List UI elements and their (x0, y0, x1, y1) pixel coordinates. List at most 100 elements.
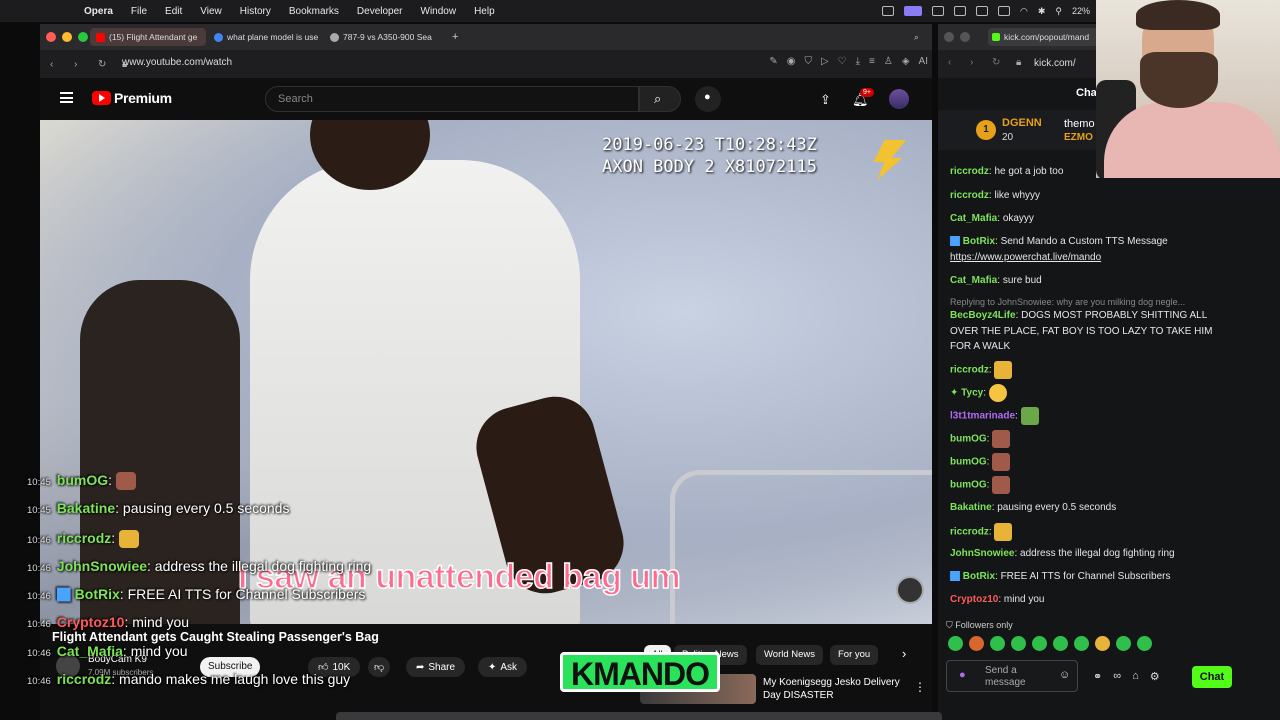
like-button[interactable]: 👍︎ 10K (308, 657, 361, 677)
chat-username[interactable]: bumOG (950, 480, 987, 491)
edit-icon[interactable]: ✎ (769, 56, 777, 67)
chat-username[interactable]: JohnSnowiee (950, 548, 1014, 559)
ai-button[interactable]: AI (919, 56, 928, 67)
tab-plane-model[interactable]: what plane model is use (208, 28, 322, 46)
menu-help[interactable]: Help (474, 6, 495, 17)
camera-icon[interactable]: ◉ (787, 56, 796, 67)
menu-bookmarks[interactable]: Bookmarks (289, 6, 339, 17)
chat-link[interactable]: https://www.powerchat.live/mando (950, 252, 1101, 263)
menu-app-name[interactable]: Opera (84, 6, 113, 17)
close-window-button[interactable] (944, 32, 954, 42)
profile-icon[interactable]: ♙ (884, 56, 893, 67)
mic-icon[interactable]: ● (959, 669, 966, 681)
chat-username[interactable]: BotRix (963, 236, 995, 247)
emote-icon[interactable] (1032, 636, 1047, 651)
avatar[interactable] (889, 89, 909, 109)
menu-history[interactable]: History (240, 6, 271, 17)
focus-icon[interactable] (903, 6, 922, 16)
wifi-icon[interactable]: ◠ (1020, 6, 1028, 17)
tab-kick-popout[interactable]: kick.com/popout/mand (988, 28, 1098, 46)
chat-username[interactable]: bumOG (950, 434, 987, 445)
subscribe-button[interactable]: Subscribe (200, 657, 261, 677)
back-icon[interactable]: ‹ (50, 59, 64, 70)
dislike-button[interactable]: 👎︎ (368, 657, 391, 677)
clock-icon[interactable] (975, 6, 988, 16)
url-field[interactable]: www.youtube.com/watch (122, 57, 232, 68)
gear-icon[interactable]: ⚙ (1150, 670, 1160, 683)
smiley-icon[interactable]: ☺ (1059, 669, 1070, 681)
back-icon[interactable]: ‹ (948, 57, 951, 68)
store-icon[interactable]: ⌂ (1132, 670, 1139, 683)
chip-for-you[interactable]: For you (830, 645, 879, 665)
channel-name[interactable]: BodyCam K9 (88, 654, 147, 665)
chat-username[interactable]: Tycy (961, 388, 983, 399)
list-icon[interactable]: ≡ (869, 56, 875, 67)
menu-icon[interactable] (60, 92, 73, 103)
chat-username[interactable]: BecBoyz4Life (950, 310, 1016, 321)
download-icon[interactable]: ⤓ (856, 56, 860, 67)
menu-developer[interactable]: Developer (357, 6, 403, 17)
chat-username[interactable]: Cat_Mafia (950, 213, 997, 224)
upload-icon[interactable]: ⇪ (820, 92, 831, 108)
zoom-window-button[interactable] (78, 32, 88, 42)
chip-politics-news[interactable]: Politics News (674, 645, 747, 665)
close-window-button[interactable] (46, 32, 56, 42)
chat-username[interactable]: bumOG (950, 457, 987, 468)
emote-icon[interactable] (1011, 636, 1026, 651)
chat-username[interactable]: Bakatine (950, 502, 992, 513)
cube-icon[interactable]: ◈ (902, 56, 910, 67)
youtube-brand[interactable]: Premium (114, 90, 172, 106)
battery-percent[interactable]: 22% (1072, 6, 1090, 16)
search-input[interactable]: Search (265, 86, 639, 112)
chat-username[interactable]: l3t1tmarinade (950, 411, 1015, 422)
leader-username-3[interactable]: EZMO (1064, 132, 1093, 143)
url-field[interactable]: kick.com/ (1034, 58, 1076, 69)
channel-avatar[interactable] (56, 654, 80, 678)
grid-icon[interactable] (931, 6, 944, 16)
reload-icon[interactable]: ↻ (992, 57, 1000, 68)
chevron-right-icon[interactable]: › (902, 646, 906, 661)
menu-file[interactable]: File (131, 6, 147, 17)
reload-icon[interactable]: ↻ (98, 59, 112, 70)
chat-username[interactable]: Cat_Mafia (950, 275, 997, 286)
shield-icon[interactable]: ⛉ (804, 56, 812, 67)
minimize-window-button[interactable] (62, 32, 72, 42)
voice-search-button[interactable]: ● (695, 86, 721, 112)
chat-username[interactable]: riccrodz (950, 365, 989, 376)
emote-icon[interactable] (1137, 636, 1152, 651)
more-options-icon[interactable]: ⋮ (914, 680, 926, 694)
chip-all[interactable]: All (644, 645, 671, 665)
video-player[interactable]: 2019-06-23 T10:28:43Z AXON BODY 2 X81072… (40, 120, 932, 624)
tab-787-vs-a350[interactable]: 787-9 vs A350-900 Sea (324, 28, 442, 46)
plus-icon[interactable]: + (446, 28, 464, 46)
chat-username[interactable]: riccrodz (950, 190, 989, 201)
emote-icon[interactable] (969, 636, 984, 651)
send-chat-button[interactable]: Chat (1192, 666, 1232, 688)
leader-username-2[interactable]: themo (1064, 118, 1095, 130)
bluetooth-icon[interactable]: ✱ (1038, 6, 1046, 17)
reply-context[interactable]: Replying to JohnSnowiee: why are you mil… (950, 297, 1230, 307)
chat-username[interactable]: riccrodz (950, 166, 989, 177)
search-button[interactable]: ⌕ (639, 86, 681, 112)
forward-icon[interactable]: › (970, 57, 973, 68)
forward-icon[interactable]: › (74, 59, 88, 70)
people-icon[interactable]: ⚭ (1093, 670, 1102, 683)
heart-icon[interactable]: ♡ (838, 56, 847, 67)
moon-icon[interactable] (953, 6, 966, 16)
emote-icon[interactable] (990, 636, 1005, 651)
chat-input[interactable]: ● Send a message ☺ (946, 660, 1078, 692)
minimize-window-button[interactable] (960, 32, 970, 42)
play-icon[interactable]: ▷ (821, 56, 829, 67)
emote-icon[interactable] (1074, 636, 1089, 651)
youtube-logo-icon[interactable] (92, 91, 111, 105)
infinity-icon[interactable]: ∞ (1113, 670, 1121, 683)
leader-username[interactable]: DGENN (1002, 117, 1042, 129)
controls-icon[interactable]: ⚲ (1055, 6, 1062, 17)
menu-edit[interactable]: Edit (165, 6, 182, 17)
chat-username[interactable]: riccrodz (950, 527, 989, 538)
emote-icon[interactable] (948, 636, 963, 651)
chat-username[interactable]: Cryptoz10 (950, 594, 998, 605)
emote-icon[interactable] (1053, 636, 1068, 651)
chat-username[interactable]: BotRix (963, 571, 995, 582)
emote-icon[interactable] (1116, 636, 1131, 651)
